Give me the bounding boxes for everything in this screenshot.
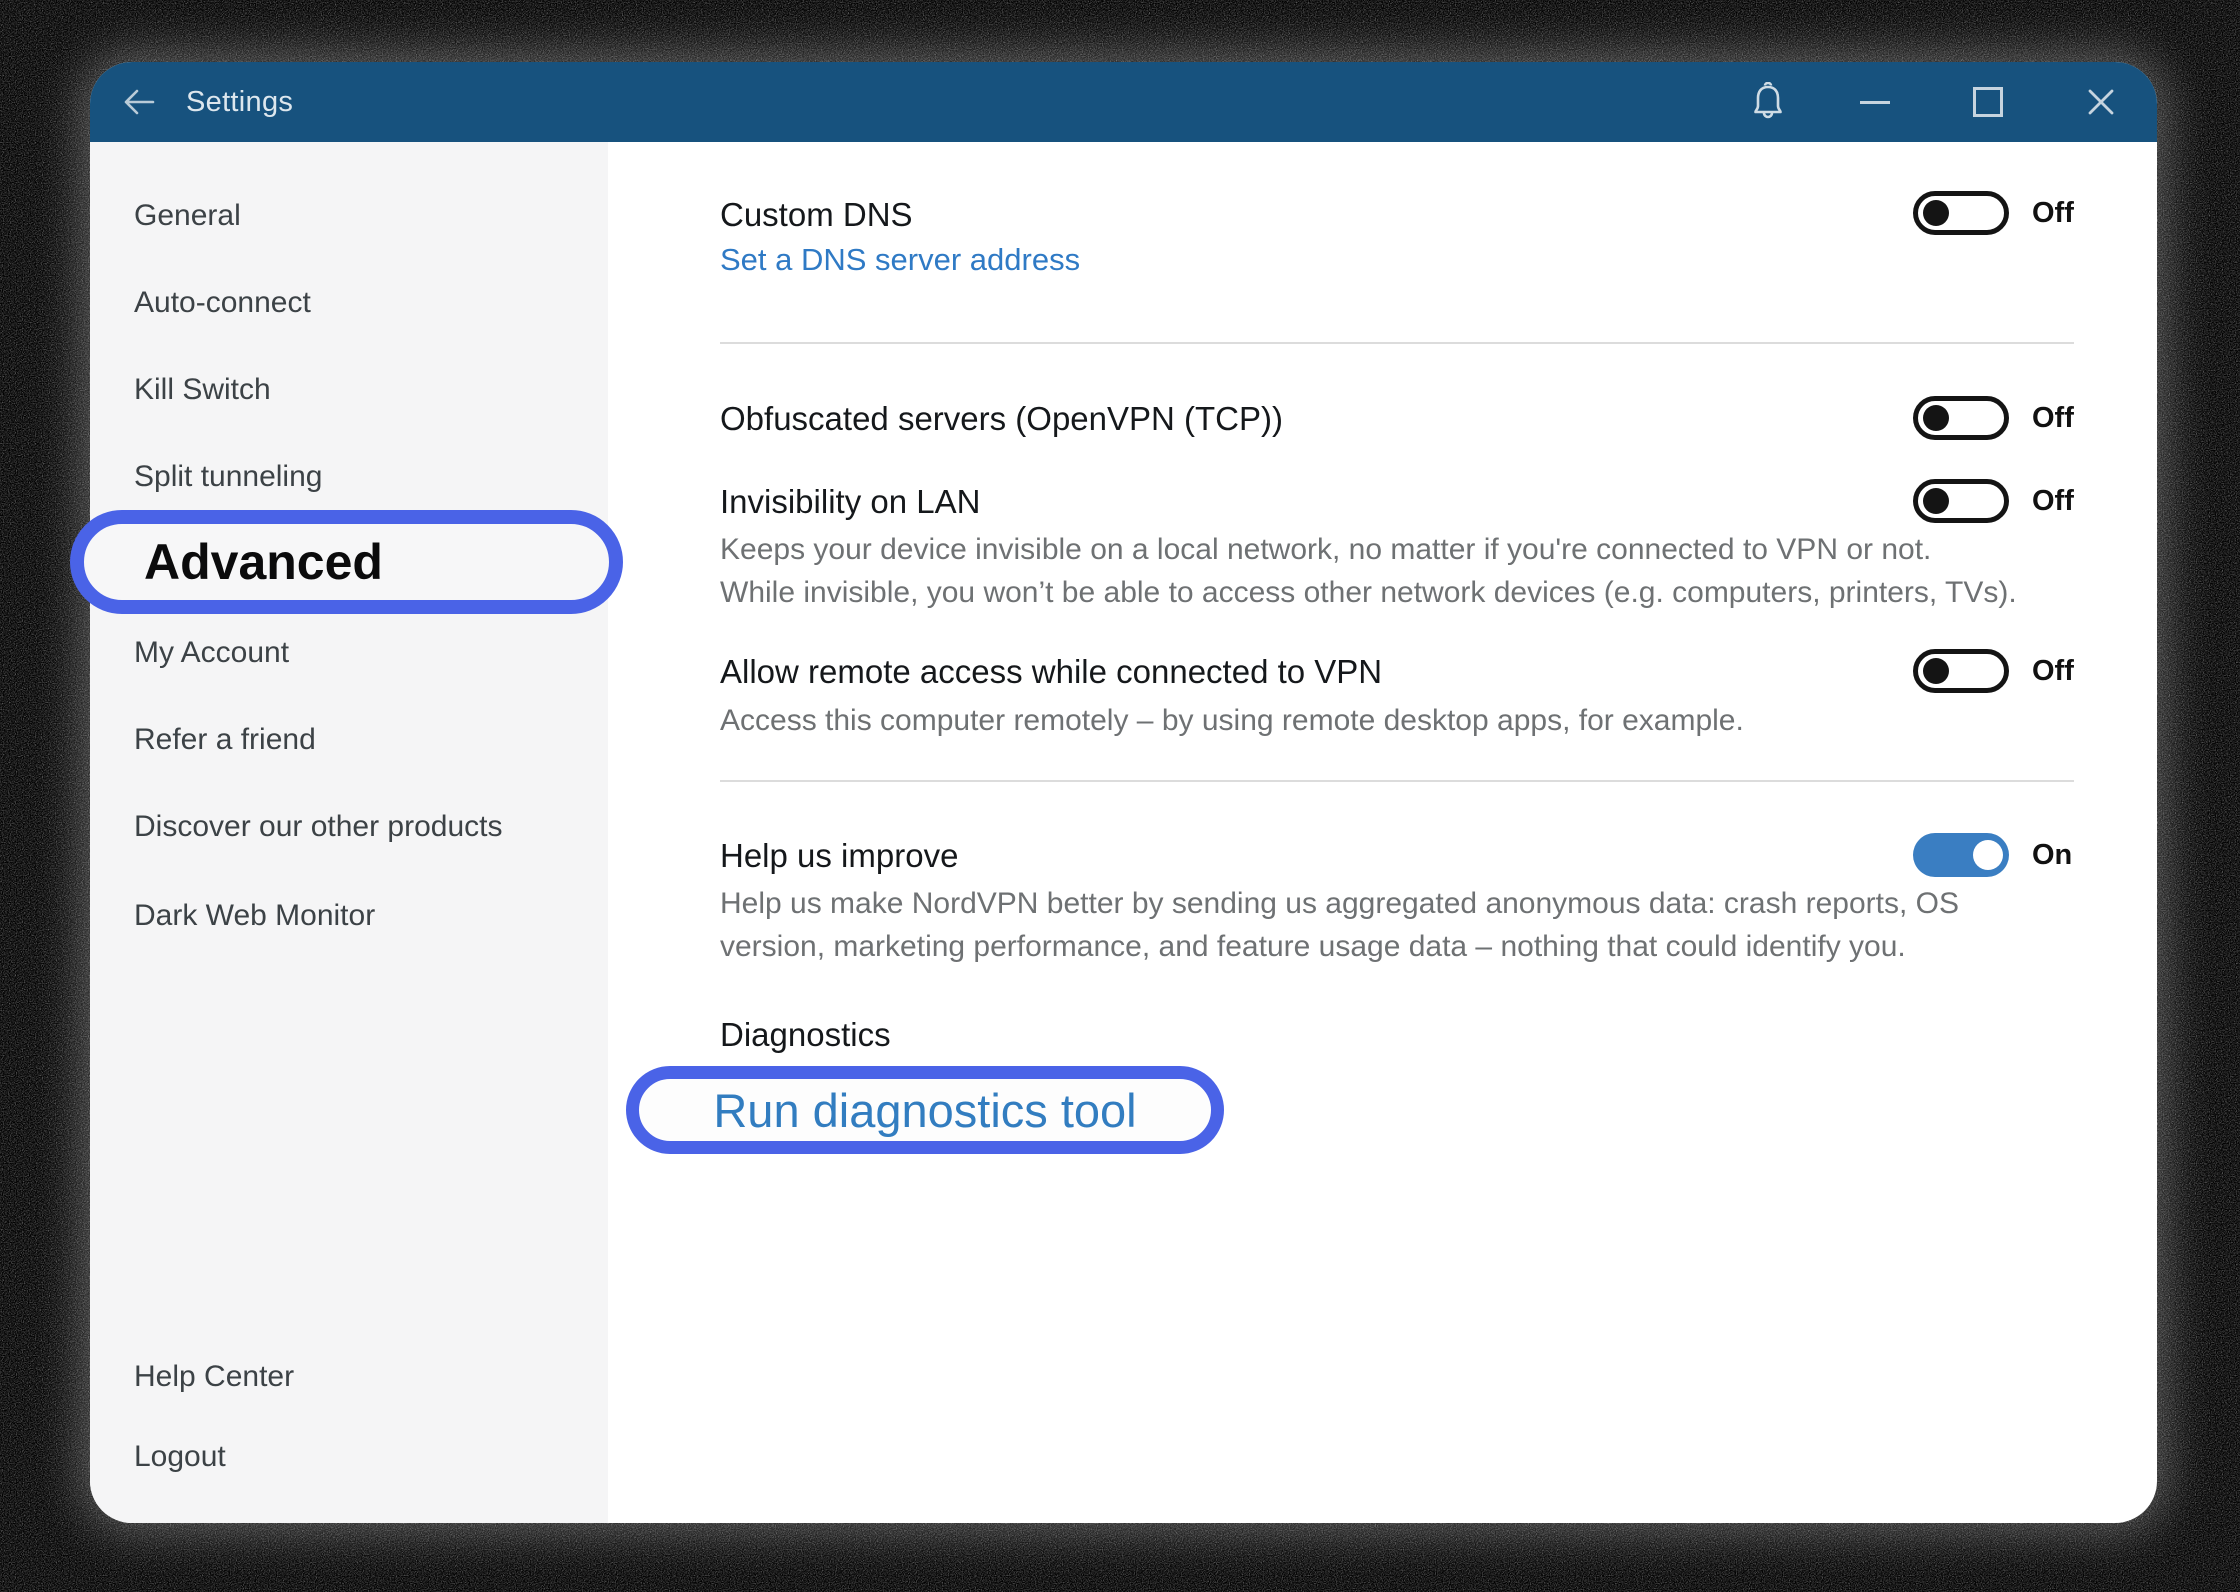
close-button[interactable] (2044, 62, 2157, 142)
maximize-icon (1973, 87, 2003, 117)
notifications-button[interactable] (1718, 62, 1818, 142)
sidebar-item-general[interactable]: General (134, 196, 241, 236)
help-us-improve-toggle-label: On (2032, 833, 2072, 877)
minimize-icon (1860, 101, 1890, 104)
back-arrow-icon (119, 86, 157, 118)
custom-dns-toggle-label: Off (2032, 191, 2074, 235)
sidebar: General Auto-connect Kill Switch Split t… (90, 142, 608, 1523)
settings-window: Settings General Auto-connect Kill Switc… (90, 62, 2157, 1523)
help-us-improve-description: Help us make NordVPN better by sending u… (720, 882, 1959, 968)
invisibility-lan-toggle-label: Off (2032, 479, 2074, 523)
invisibility-lan-title: Invisibility on LAN (720, 481, 980, 523)
bell-icon (1750, 82, 1786, 122)
obfuscated-servers-toggle-label: Off (2032, 396, 2074, 440)
sidebar-item-my-account[interactable]: My Account (134, 633, 289, 673)
annotation-highlight-run-diagnostics: Run diagnostics tool (626, 1066, 1224, 1154)
sidebar-item-kill-switch[interactable]: Kill Switch (134, 370, 271, 410)
help-us-improve-toggle[interactable] (1913, 833, 2009, 877)
diagnostics-label: Diagnostics (720, 1014, 891, 1056)
sidebar-item-advanced-label: Advanced (144, 533, 383, 591)
sidebar-item-split-tunneling[interactable]: Split tunneling (134, 457, 322, 497)
annotation-highlight-advanced[interactable]: Advanced (70, 510, 623, 614)
invisibility-lan-toggle[interactable] (1913, 479, 2009, 523)
close-icon (2086, 87, 2116, 117)
remote-access-title: Allow remote access while connected to V… (720, 651, 1382, 693)
remote-access-toggle-label: Off (2032, 649, 2074, 693)
minimize-button[interactable] (1818, 62, 1931, 142)
section-divider (720, 342, 2074, 344)
sidebar-item-logout[interactable]: Logout (134, 1437, 226, 1477)
custom-dns-toggle[interactable] (1913, 191, 2009, 235)
remote-access-toggle[interactable] (1913, 649, 2009, 693)
sidebar-item-help-center[interactable]: Help Center (134, 1357, 294, 1397)
sidebar-item-dark-web-monitor[interactable]: Dark Web Monitor (134, 896, 375, 936)
back-button[interactable] (90, 62, 186, 142)
remote-access-description: Access this computer remotely – by using… (720, 699, 1744, 742)
run-diagnostics-link[interactable]: Run diagnostics tool (713, 1083, 1136, 1138)
window-title: Settings (186, 86, 293, 119)
help-us-improve-title: Help us improve (720, 835, 958, 877)
set-dns-address-link[interactable]: Set a DNS server address (720, 240, 1080, 280)
titlebar: Settings (90, 62, 2157, 142)
sidebar-item-discover-products[interactable]: Discover our other products (134, 807, 503, 847)
sidebar-item-auto-connect[interactable]: Auto-connect (134, 283, 311, 323)
invisibility-lan-description: Keeps your device invisible on a local n… (720, 528, 2017, 614)
section-divider (720, 780, 2074, 782)
maximize-button[interactable] (1931, 62, 2044, 142)
obfuscated-servers-toggle[interactable] (1913, 396, 2009, 440)
sidebar-item-refer-a-friend[interactable]: Refer a friend (134, 720, 316, 760)
custom-dns-title: Custom DNS (720, 194, 913, 236)
obfuscated-servers-title: Obfuscated servers (OpenVPN (TCP)) (720, 398, 1283, 440)
